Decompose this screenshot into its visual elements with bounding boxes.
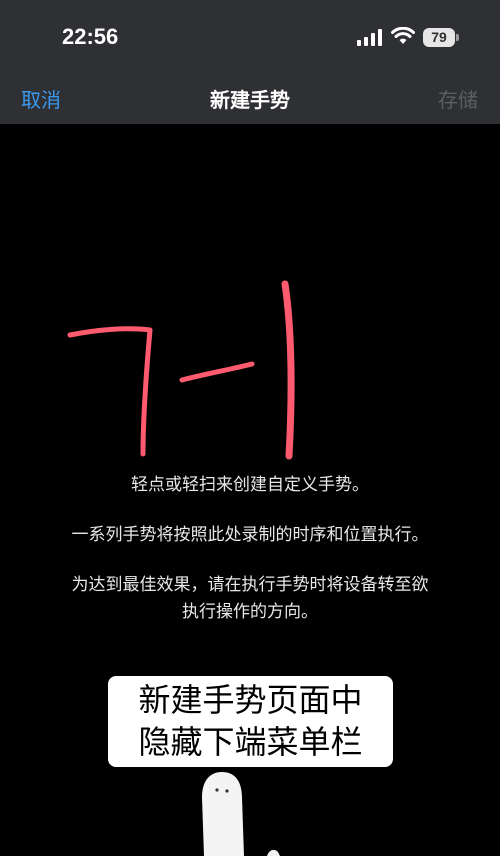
gesture-canvas[interactable] <box>0 124 500 464</box>
battery-icon: 79 <box>423 28 455 47</box>
signal-icon <box>357 29 382 46</box>
instruction-tap: 轻点或轻扫来创建自定义手势。 <box>131 475 369 495</box>
wifi-icon <box>391 27 415 44</box>
status-bar: 22:56 79 <box>0 0 500 72</box>
gesture-stroke-line <box>281 280 295 460</box>
caption-line-2: 隐藏下端菜单栏 <box>138 723 363 761</box>
finger-icon <box>202 772 280 856</box>
instruction-orientation-1: 为达到最佳效果，请在执行手势时将设备转至欲 <box>71 575 429 595</box>
caption-overlay: 新建手势页面中 隐藏下端菜单栏 <box>108 676 393 767</box>
battery-nub <box>456 34 459 41</box>
caption-line-1: 新建手势页面中 <box>138 681 363 719</box>
nav-bar: 取消 新建手势 存储 <box>0 72 500 124</box>
status-time: 22:56 <box>62 24 119 49</box>
save-button[interactable]: 存储 <box>438 84 478 113</box>
page-title: 新建手势 <box>210 88 290 112</box>
gesture-stroke-dash <box>179 361 255 383</box>
instruction-sequence: 一系列手势将按照此处录制的时序和位置执行。 <box>71 525 429 545</box>
instruction-orientation-2: 执行操作的方向。 <box>182 602 318 622</box>
gesture-stroke-seven <box>67 326 153 457</box>
